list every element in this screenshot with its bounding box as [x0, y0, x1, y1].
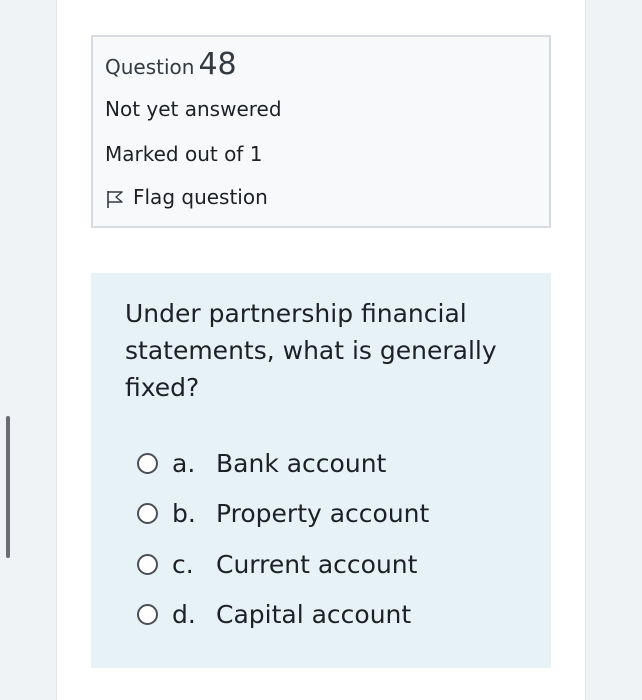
answer-option-b[interactable]: b. Property account — [137, 499, 429, 528]
answer-letter: b. — [172, 499, 196, 528]
radio-button[interactable] — [137, 604, 158, 625]
answer-label: Current account — [216, 550, 418, 579]
answer-label: Bank account — [216, 449, 387, 478]
radio-button[interactable] — [137, 503, 158, 524]
question-text: Under partnership financial statements, … — [125, 299, 497, 402]
answer-option-d[interactable]: d. Capital account — [137, 600, 411, 629]
question-info-box: Question 48 Not yet answered Marked out o… — [91, 35, 551, 228]
answer-letter: a. — [172, 449, 196, 478]
question-heading: Question 48 — [105, 47, 237, 82]
answer-letter: c. — [172, 550, 194, 579]
answer-letter: d. — [172, 600, 196, 629]
answer-option-a[interactable]: a. Bank account — [137, 449, 386, 478]
radio-button[interactable] — [137, 453, 158, 474]
question-marks: Marked out of 1 — [105, 142, 263, 166]
flag-question-link[interactable]: Flag question — [105, 185, 268, 209]
radio-button[interactable] — [137, 554, 158, 575]
question-number: 48 — [198, 47, 237, 82]
scroll-indicator[interactable] — [6, 416, 10, 558]
question-content: Under partnership financial statements, … — [91, 273, 551, 668]
answer-label: Capital account — [216, 600, 412, 629]
question-status: Not yet answered — [105, 97, 282, 121]
answer-label: Property account — [216, 499, 430, 528]
question-label: Question — [105, 55, 195, 79]
answer-option-c[interactable]: c. Current account — [137, 550, 417, 579]
flag-question-label: Flag question — [133, 185, 268, 209]
flag-icon — [107, 190, 123, 208]
